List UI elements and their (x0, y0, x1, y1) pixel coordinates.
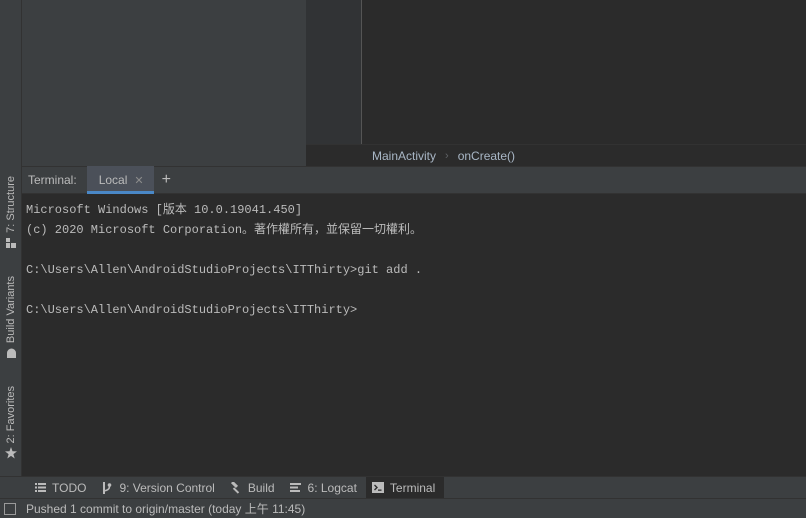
branch-icon (101, 481, 113, 494)
terminal-header: Terminal: Local ✕ + (22, 166, 806, 194)
tab-favorites[interactable]: 2: Favorites (0, 386, 22, 459)
project-panel[interactable] (22, 0, 306, 166)
todo-button[interactable]: TODO (28, 477, 95, 499)
hammer-icon (230, 481, 242, 494)
code-editor[interactable] (306, 0, 806, 144)
list-icon (34, 482, 46, 494)
build-label: Build (247, 480, 275, 495)
logcat-button[interactable]: 6: Logcat (284, 477, 366, 499)
build-button[interactable]: Build (224, 477, 284, 499)
close-icon[interactable]: ✕ (134, 174, 143, 187)
terminal-line: Microsoft Windows [版本 10.0.19041.450] (26, 203, 303, 217)
terminal-icon (371, 482, 384, 494)
structure-label: 7: Structure (5, 176, 17, 233)
log-icon (290, 482, 302, 494)
chevron-right-icon: › (445, 149, 449, 162)
tab-build-variants[interactable]: Build Variants (0, 276, 22, 359)
star-icon (5, 447, 17, 459)
build-variants-label: Build Variants (5, 276, 17, 344)
terminal-tab-label: Local (98, 173, 128, 187)
terminal-line: (c) 2020 Microsoft Corporation。著作權所有，並保留… (26, 223, 423, 237)
terminal-line: C:\Users\Allen\AndroidStudioProjects\ITT… (26, 263, 423, 277)
left-tool-strip: 7: Structure Build Variants 2: Favorites (0, 0, 22, 476)
terminal-prompt[interactable]: C:\Users\Allen\AndroidStudioProjects\ITT… (26, 300, 806, 320)
version-control-button[interactable]: 9: Version Control (95, 477, 223, 499)
terminal-title: Terminal: (28, 173, 77, 187)
favorites-label: 2: Favorites (5, 386, 17, 444)
status-bar: Pushed 1 commit to origin/master (today … (0, 498, 806, 518)
terminal-tab-local[interactable]: Local ✕ (86, 166, 154, 194)
terminal-button[interactable]: Terminal (365, 476, 445, 499)
tool-window-bar: TODO 9: Version Control Build 6: Logcat … (0, 476, 806, 499)
breadcrumb: MainActivity › onCreate() (306, 144, 806, 166)
todo-label: TODO (52, 480, 87, 495)
status-message[interactable]: Pushed 1 commit to origin/master (today … (26, 500, 305, 517)
structure-icon (5, 237, 17, 249)
breadcrumb-method[interactable]: onCreate() (458, 149, 515, 163)
tab-structure[interactable]: 7: Structure (0, 176, 22, 249)
window-icon[interactable] (4, 502, 16, 515)
version-control-label: 9: Version Control (119, 480, 215, 495)
editor-gutter (306, 0, 362, 144)
android-icon (5, 347, 17, 359)
breadcrumb-class[interactable]: MainActivity (372, 149, 436, 163)
logcat-label: 6: Logcat (307, 480, 357, 495)
terminal-output[interactable]: Microsoft Windows [版本 10.0.19041.450] (c… (22, 194, 806, 476)
add-tab-icon[interactable]: + (162, 172, 171, 188)
terminal-label: Terminal (389, 480, 436, 495)
